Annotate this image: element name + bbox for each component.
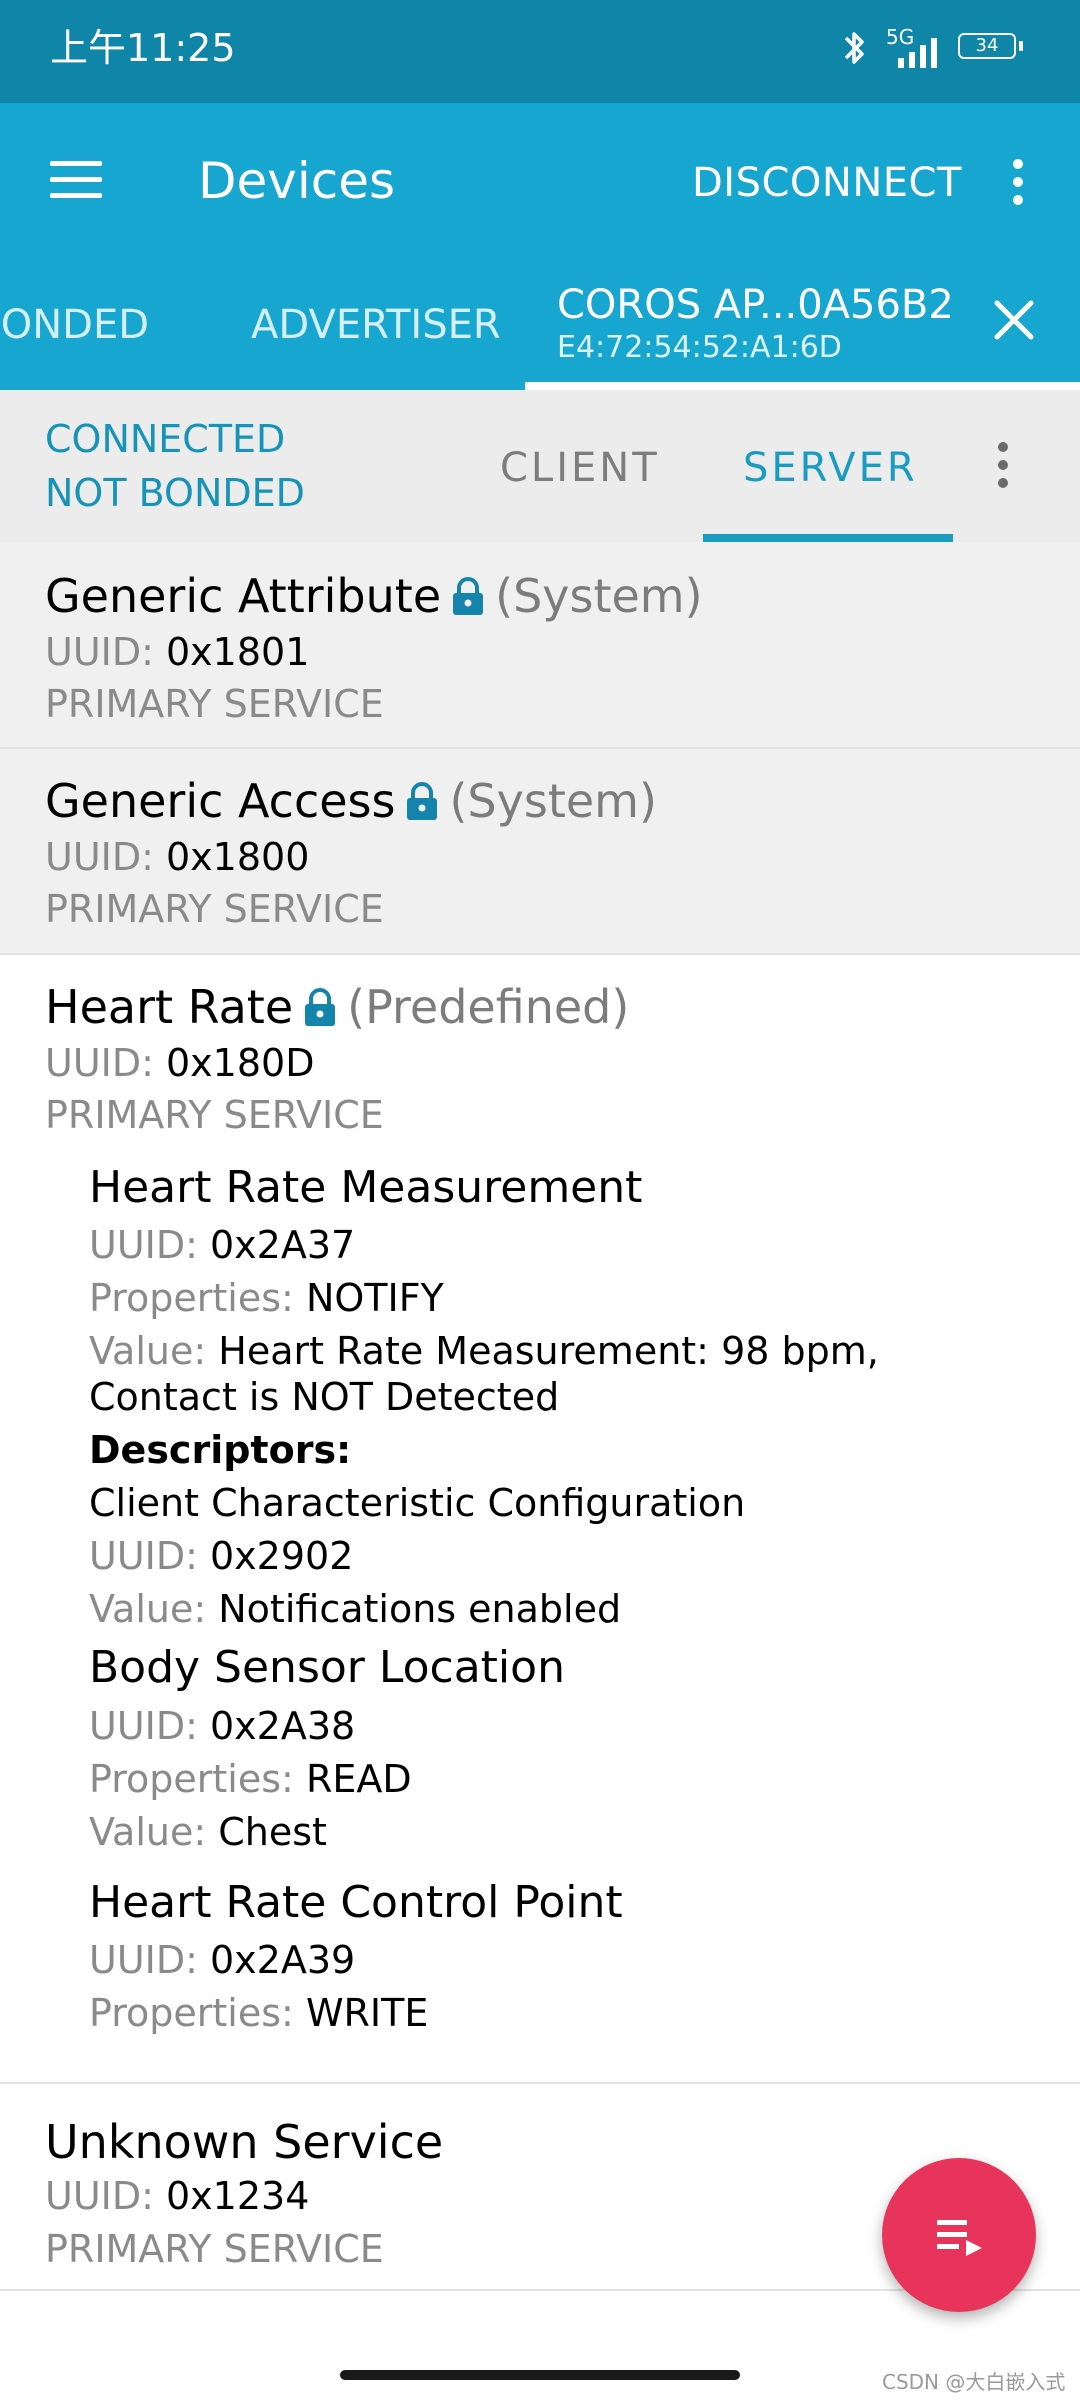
status-time: 上午11:25 [50,26,236,70]
characteristic-value-cont: Contact is NOT Detected [89,1375,560,1419]
characteristic-uuid: UUID: 0x2A37 [89,1223,356,1267]
service-uuid: UUID: 0x1801 [45,630,310,674]
close-icon[interactable] [992,298,1036,342]
lock-icon [303,981,337,1026]
service-name: Generic Access (System) [45,774,657,828]
service-uuid: UUID: 0x180D [45,1041,315,1085]
connection-bar: CONNECTED NOT BONDED CLIENT SERVER [0,390,1080,542]
tab-client[interactable]: CLIENT [500,442,660,494]
service-item[interactable]: Generic Access (System) UUID: 0x1800 PRIM… [0,749,1080,955]
service-item[interactable]: Generic Attribute (System) UUID: 0x1801 P… [0,542,1080,749]
bluetooth-icon [844,32,864,64]
service-list: Generic Attribute (System) UUID: 0x1801 P… [0,542,1080,2291]
page-title: Devices [198,152,396,210]
characteristic-uuid: UUID: 0x2A39 [89,1938,356,1982]
characteristic-value: Value: Heart Rate Measurement: 98 bpm, [89,1329,879,1373]
queue-icon [937,2220,982,2256]
descriptor-name[interactable]: Client Characteristic Configuration [89,1478,745,1528]
characteristic-uuid: UUID: 0x2A38 [89,1704,356,1748]
characteristic-name[interactable]: Body Sensor Location [89,1639,565,1697]
descriptor-value: Value: Notifications enabled [89,1587,622,1631]
status-bar: 上午11:25 5G 34 [0,0,1080,103]
descriptor-uuid: UUID: 0x2902 [89,1534,354,1578]
descriptors-heading: Descriptors: [89,1428,352,1472]
characteristic-properties: Properties: NOTIFY [89,1276,444,1320]
service-name: Unknown Service [45,2115,444,2169]
characteristic-name[interactable]: Heart Rate Control Point [89,1874,623,1932]
tab-advertiser[interactable]: ADVERTISER [251,298,501,352]
status-icons: 5G 34 [842,24,1024,72]
tab-device-address: E4:72:54:52:A1:6D [557,330,842,365]
characteristic-name[interactable]: Heart Rate Measurement [89,1159,642,1217]
lock-icon [451,570,485,615]
battery-icon: 34 [958,33,1024,63]
service-uuid: UUID: 0x1234 [45,2174,310,2218]
signal-icon: 5G [886,26,940,68]
service-type: PRIMARY SERVICE [45,682,384,726]
service-type: PRIMARY SERVICE [45,1093,384,1137]
connection-state: CONNECTED [45,417,286,461]
watermark: CSDN @大白嵌入式 [882,2370,1066,2394]
tab-server[interactable]: SERVER [743,442,918,494]
characteristic-properties: Properties: WRITE [89,1991,429,2035]
service-name: Generic Attribute (System) [45,569,703,623]
tab-device-name[interactable]: COROS AP...0A56B2 [557,280,954,330]
device-tab-bar: BONDED ADVERTISER COROS AP...0A56B2 E4:7… [0,258,1080,390]
characteristic-properties: Properties: READ [89,1757,412,1801]
lock-icon [405,775,439,820]
log-fab-button[interactable] [882,2158,1036,2312]
tab-bonded[interactable]: BONDED [0,298,149,352]
service-name: Heart Rate (Predefined) [45,980,630,1034]
service-type: PRIMARY SERVICE [45,887,384,931]
tab-indicator [525,382,1080,390]
more-vert-icon[interactable] [998,442,1010,496]
bond-state: NOT BONDED [45,471,305,515]
characteristic-value: Value: Chest [89,1810,327,1854]
battery-level: 34 [975,35,999,56]
more-vert-icon[interactable] [1013,159,1025,213]
menu-icon[interactable] [50,161,102,199]
disconnect-button[interactable]: DISCONNECT [692,155,962,211]
service-item[interactable]: Heart Rate (Predefined) UUID: 0x180D PRIM… [0,955,1080,2084]
service-type: PRIMARY SERVICE [45,2227,384,2271]
app-bar: Devices DISCONNECT [0,103,1080,258]
gesture-nav-bar[interactable] [340,2370,740,2380]
server-tab-indicator [703,534,953,542]
service-uuid: UUID: 0x1800 [45,835,310,879]
